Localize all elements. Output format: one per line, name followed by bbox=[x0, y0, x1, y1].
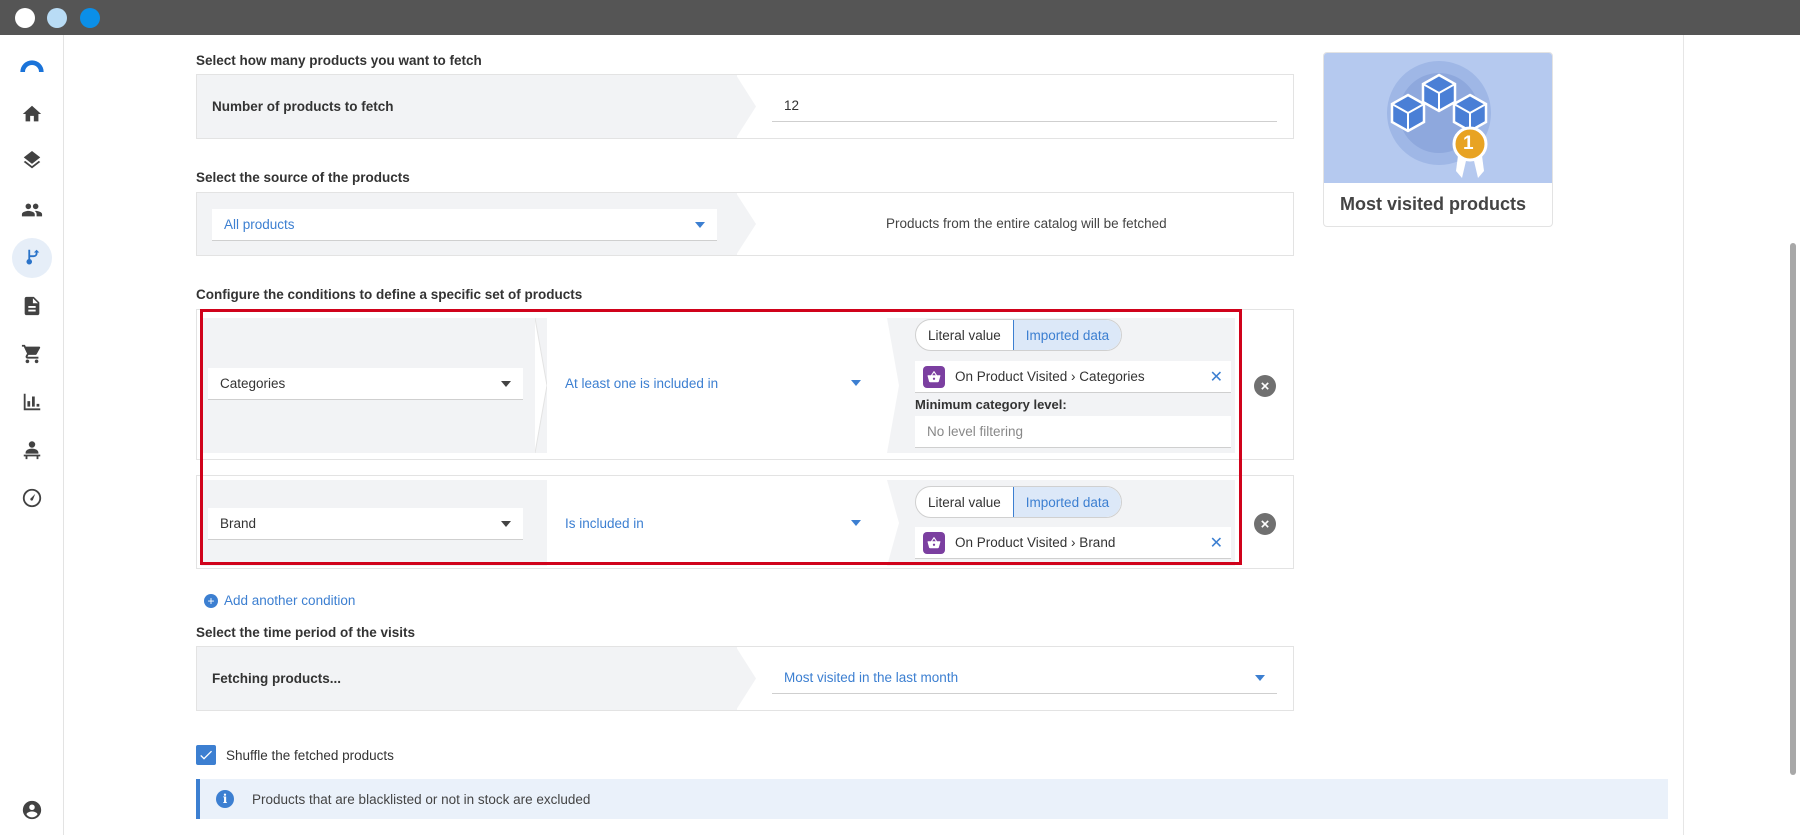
source-section-label: Select the source of the products bbox=[196, 170, 410, 185]
time-period-section-label: Select the time period of the visits bbox=[196, 625, 416, 640]
source-panel: All products Products from the entire ca… bbox=[196, 192, 1294, 256]
rank-badge-number: 1 bbox=[1463, 133, 1474, 154]
time-period-select[interactable]: Most visited in the last month bbox=[772, 662, 1277, 694]
source-description: Products from the entire catalog will be… bbox=[886, 216, 1167, 231]
template-card-illustration: 1 bbox=[1324, 53, 1552, 183]
chevron-down-icon bbox=[1255, 675, 1265, 681]
time-period-label: Fetching products... bbox=[212, 671, 342, 686]
time-period-value: Most visited in the last month bbox=[784, 670, 959, 685]
shuffle-checkbox[interactable] bbox=[196, 745, 216, 765]
home-icon[interactable] bbox=[12, 94, 52, 134]
fetch-count-label: Number of products to fetch bbox=[212, 99, 394, 114]
logo-icon[interactable] bbox=[12, 45, 52, 85]
plus-circle-icon: + bbox=[204, 593, 218, 608]
sidebar bbox=[0, 35, 64, 835]
info-banner: i Products that are blacklisted or not i… bbox=[196, 779, 1668, 819]
template-card[interactable]: 1 Most visited products bbox=[1323, 52, 1553, 227]
person-desk-icon[interactable] bbox=[12, 430, 52, 470]
add-condition-link[interactable]: + Add another condition bbox=[204, 593, 355, 608]
fetch-count-panel: Number of products to fetch 12 bbox=[196, 74, 1294, 139]
template-card-title: Most visited products bbox=[1340, 194, 1527, 214]
time-period-panel: Fetching products... Most visited in the… bbox=[196, 646, 1294, 711]
chevron-down-icon bbox=[695, 222, 705, 228]
account-icon[interactable] bbox=[12, 790, 52, 830]
dashboard-gauge-icon[interactable] bbox=[12, 478, 52, 518]
fetch-count-section-label: Select how many products you want to fet… bbox=[196, 53, 482, 68]
window-minimize-button[interactable] bbox=[47, 8, 67, 28]
bar-chart-icon[interactable] bbox=[12, 382, 52, 422]
info-icon: i bbox=[216, 790, 234, 808]
source-select-value: All products bbox=[224, 217, 295, 232]
cart-icon[interactable] bbox=[12, 334, 52, 374]
window-close-button[interactable] bbox=[15, 8, 35, 28]
add-condition-label: Add another condition bbox=[224, 593, 356, 608]
remove-condition-button[interactable]: × bbox=[1254, 513, 1276, 535]
shuffle-row: Shuffle the fetched products bbox=[196, 745, 394, 765]
info-text: Products that are blacklisted or not in … bbox=[252, 791, 591, 807]
people-icon[interactable] bbox=[12, 190, 52, 230]
window-maximize-button[interactable] bbox=[80, 8, 100, 28]
check-icon bbox=[200, 750, 212, 760]
fetch-count-input[interactable]: 12 bbox=[772, 90, 1277, 122]
remove-condition-button[interactable]: × bbox=[1254, 375, 1276, 397]
document-icon[interactable] bbox=[12, 286, 52, 326]
content-divider bbox=[1683, 35, 1684, 835]
shuffle-label: Shuffle the fetched products bbox=[226, 747, 394, 763]
window-title-bar bbox=[0, 0, 1800, 35]
flow-icon[interactable] bbox=[12, 238, 52, 278]
source-select[interactable]: All products bbox=[212, 209, 717, 241]
layers-icon[interactable] bbox=[12, 142, 52, 182]
highlight-box bbox=[200, 309, 1242, 565]
conditions-section-label: Configure the conditions to define a spe… bbox=[196, 287, 583, 302]
scrollbar[interactable] bbox=[1790, 243, 1796, 775]
